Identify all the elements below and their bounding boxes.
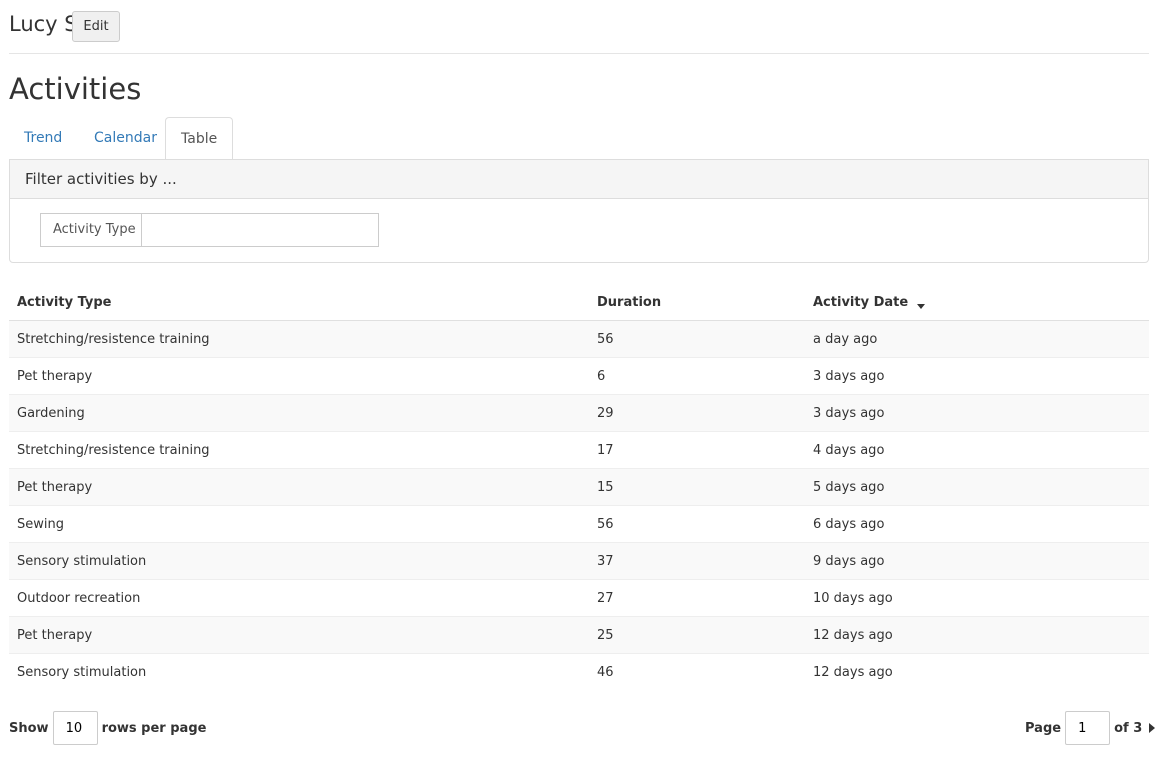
tab-table[interactable]: Table [165, 117, 234, 160]
cell-activity-date: 3 days ago [805, 357, 1149, 395]
table-row: Gardening 29 3 days ago [9, 394, 1149, 432]
table-row: Pet therapy 25 12 days ago [9, 616, 1149, 654]
table-row: Pet therapy 6 3 days ago [9, 357, 1149, 395]
cell-duration: 17 [589, 431, 805, 469]
show-label: Show [9, 720, 49, 736]
cell-activity-type: Stretching/resistence training [9, 320, 589, 358]
cell-duration: 27 [589, 579, 805, 617]
page-total-label: of 3 [1114, 720, 1143, 736]
page: Lucy S Edit Activities Trend Calendar Ta… [0, 0, 1169, 759]
cell-activity-date: 4 days ago [805, 431, 1149, 469]
page-label: Page [1025, 720, 1062, 736]
cell-duration: 29 [589, 394, 805, 432]
table-row: Sensory stimulation 37 9 days ago [9, 542, 1149, 580]
cell-activity-date: 9 days ago [805, 542, 1149, 580]
caret-right-icon[interactable] [1149, 723, 1156, 733]
table-row: Sewing 56 6 days ago [9, 505, 1149, 543]
cell-activity-type: Stretching/resistence training [9, 431, 589, 469]
cell-activity-type: Sensory stimulation [9, 542, 589, 580]
tab-trend[interactable]: Trend [9, 117, 77, 159]
cell-duration: 46 [589, 653, 805, 690]
cell-activity-date: 6 days ago [805, 505, 1149, 543]
activities-table: Activity Type Duration Activity Date Str… [9, 284, 1149, 690]
activity-tabs: Trend Calendar Table [9, 117, 1149, 160]
tab-calendar[interactable]: Calendar [79, 117, 172, 159]
rows-per-page-label: rows per page [101, 720, 207, 736]
table-row: Pet therapy 15 5 days ago [9, 468, 1149, 506]
cell-activity-type: Sewing [9, 505, 589, 543]
page-navigation: Page of 3 [1025, 711, 1156, 745]
table-row: Stretching/resistence training 56 a day … [9, 320, 1149, 358]
filter-heading: Filter activities by ... [10, 160, 1148, 199]
table-row: Outdoor recreation 27 10 days ago [9, 579, 1149, 617]
column-header-duration[interactable]: Duration [589, 284, 805, 321]
cell-activity-type: Pet therapy [9, 616, 589, 654]
cell-duration: 37 [589, 542, 805, 580]
cell-activity-type: Pet therapy [9, 357, 589, 395]
cell-activity-date: 5 days ago [805, 468, 1149, 506]
resident-header: Lucy S Edit [9, 10, 1149, 54]
table-row: Stretching/resistence training 17 4 days… [9, 431, 1149, 469]
cell-activity-type: Gardening [9, 394, 589, 432]
cell-duration: 6 [589, 357, 805, 395]
edit-button[interactable]: Edit [72, 11, 120, 42]
cell-duration: 15 [589, 468, 805, 506]
rows-per-page-control: Show rows per page [9, 711, 206, 745]
activity-type-filter: Activity Type [40, 213, 379, 247]
column-header-activity-date[interactable]: Activity Date [805, 284, 1149, 321]
table-row: Sensory stimulation 46 12 days ago [9, 653, 1149, 690]
cell-duration: 56 [589, 505, 805, 543]
activity-type-filter-label: Activity Type [40, 213, 141, 247]
resident-name: Lucy S [9, 12, 78, 36]
cell-activity-type: Outdoor recreation [9, 579, 589, 617]
cell-duration: 56 [589, 320, 805, 358]
cell-activity-date: a day ago [805, 320, 1149, 358]
column-header-label: Duration [597, 294, 662, 310]
page-number-input[interactable] [1065, 711, 1111, 745]
cell-activity-date: 3 days ago [805, 394, 1149, 432]
cell-activity-date: 12 days ago [805, 653, 1149, 690]
rows-per-page-input[interactable] [52, 711, 98, 745]
cell-activity-type: Sensory stimulation [9, 653, 589, 690]
cell-activity-type: Pet therapy [9, 468, 589, 506]
activity-type-filter-input[interactable] [141, 213, 379, 247]
page-title: Activities [9, 72, 142, 106]
cell-activity-date: 10 days ago [805, 579, 1149, 617]
column-header-activity-type[interactable]: Activity Type [9, 284, 589, 321]
table-header-row: Activity Type Duration Activity Date [9, 284, 1149, 321]
cell-duration: 25 [589, 616, 805, 654]
column-header-label: Activity Type [17, 294, 112, 310]
filter-panel: Filter activities by ... Activity Type [9, 159, 1149, 263]
caret-down-icon [917, 303, 926, 309]
cell-activity-date: 12 days ago [805, 616, 1149, 654]
column-header-label: Activity Date [813, 294, 909, 310]
